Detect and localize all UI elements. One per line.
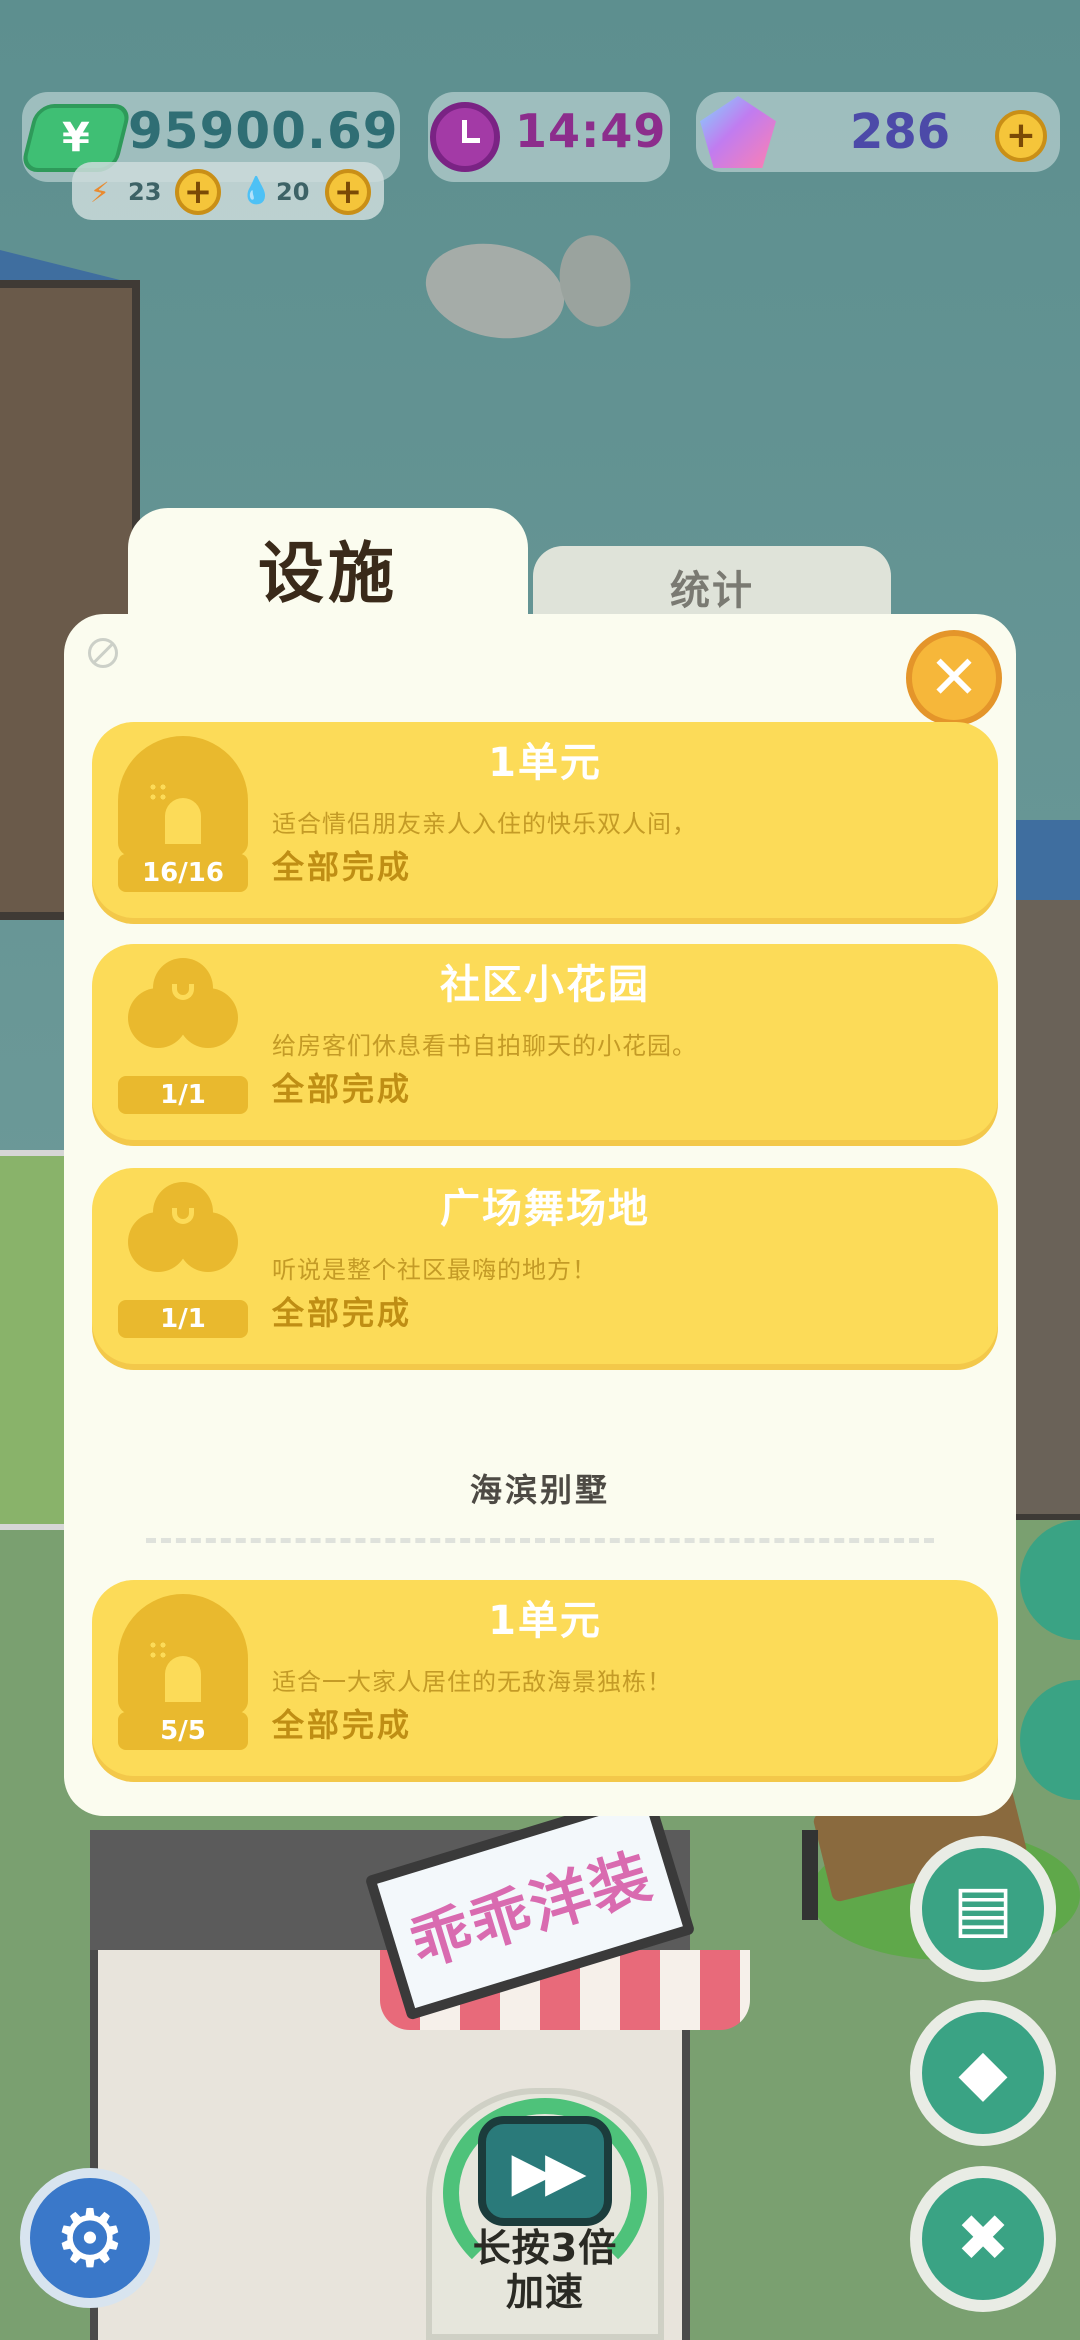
water-value: 20 — [276, 178, 310, 206]
card-status: 全部完成 — [272, 1070, 413, 1108]
tree-icon: 1/1 — [118, 1182, 248, 1338]
card-status: 全部完成 — [272, 848, 413, 886]
money-value: 95900.69 — [128, 102, 399, 160]
card-status: 全部完成 — [272, 1294, 413, 1332]
card-progress: 1/1 — [118, 1076, 248, 1114]
facility-card[interactable]: 广场舞场地 1/1 听说是整个社区最嗨的地方！ 全部完成 — [92, 1168, 998, 1364]
gem-shop-icon[interactable]: ◆ — [910, 2000, 1056, 2146]
tab-statistics-label: 统计 — [670, 568, 754, 614]
notes-icon[interactable]: ▤ — [910, 1836, 1056, 1982]
card-description: 给房客们休息看书自拍聊天的小花园。 — [272, 1032, 697, 1060]
energy-icon: ⚡ — [90, 176, 110, 209]
card-description: 适合一大家人居住的无敌海景独栋！ — [272, 1668, 672, 1696]
card-status: 全部完成 — [272, 1706, 413, 1744]
gem-value: 286 — [850, 104, 951, 160]
clock-icon — [430, 102, 500, 172]
card-progress: 1/1 — [118, 1300, 248, 1338]
tools-icon[interactable]: ✖ — [910, 2166, 1056, 2312]
add-gems-button[interactable]: + — [995, 110, 1047, 162]
building-right — [1010, 820, 1080, 1520]
house-icon: 5/5 — [118, 1594, 248, 1750]
facility-card[interactable]: 社区小花园 1/1 给房客们休息看书自拍聊天的小花园。 全部完成 — [92, 944, 998, 1140]
speed-up-label: 长按3倍 加速 — [472, 2226, 618, 2314]
facility-card[interactable]: 1单元 16/16 适合情侣朋友亲人入住的快乐双人间， 全部完成 — [92, 722, 998, 918]
tab-facilities-label: 设施 — [258, 535, 398, 612]
house-icon: 16/16 — [118, 736, 248, 892]
card-description: 适合情侣朋友亲人入住的快乐双人间， — [272, 810, 697, 838]
card-progress: 16/16 — [118, 854, 248, 892]
building-roof — [1010, 820, 1080, 900]
divider — [146, 1538, 934, 1543]
card-description: 听说是整个社区最嗨的地方！ — [272, 1256, 597, 1284]
time-value: 14:49 — [515, 104, 667, 158]
section-header: 海滨别墅 — [469, 1471, 610, 1509]
energy-value: 23 — [128, 178, 162, 206]
gear-icon[interactable]: ⚙ — [20, 2168, 160, 2308]
fast-forward-icon: ▶▶ — [478, 2116, 612, 2226]
water-drop-icon: 💧 — [240, 176, 273, 206]
add-water-button[interactable]: + — [325, 169, 371, 215]
close-button[interactable]: ✕ — [906, 630, 1002, 726]
tab-facilities[interactable]: 设施 — [128, 508, 528, 628]
street-lamp — [802, 1830, 818, 1920]
no-entry-icon — [88, 638, 118, 668]
facility-card[interactable]: 1单元 5/5 适合一大家人居住的无敌海景独栋！ 全部完成 — [92, 1580, 998, 1776]
add-energy-button[interactable]: + — [175, 169, 221, 215]
tree-icon: 1/1 — [118, 958, 248, 1114]
card-progress: 5/5 — [118, 1712, 248, 1750]
